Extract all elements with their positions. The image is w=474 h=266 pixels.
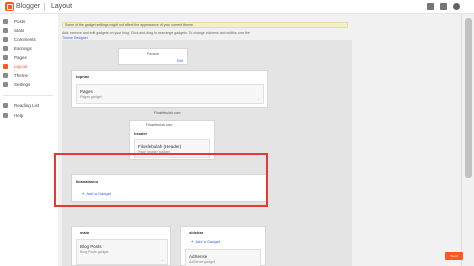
sidebar-item-label: Stats: [14, 28, 25, 33]
stats-icon: [3, 28, 8, 33]
warning-banner: Some of the gadget settings might not af…: [62, 22, 348, 28]
topnav-section: topnav Pages Pages gadget …: [71, 70, 268, 108]
sidebar-item-earnings[interactable]: Earnings: [3, 45, 57, 52]
edit-icon[interactable]: …: [257, 97, 261, 101]
earnings-icon: [3, 46, 8, 51]
sidebar-item-label: Layout: [14, 64, 28, 69]
help-icon: [3, 113, 8, 118]
widget-subtitle: Pages gadget: [80, 95, 102, 99]
section-title: sidebar: [189, 230, 204, 235]
adsense-widget[interactable]: AdSense AdSense gadget: [185, 249, 261, 266]
sidebar-item-reading-list[interactable]: Reading List: [3, 102, 57, 109]
sidebar-column-section: sidebar + Add a Gadget AdSense AdSense ga…: [180, 226, 266, 266]
sidebar-item-theme[interactable]: Theme: [3, 72, 57, 79]
sidebar-divider: [3, 95, 53, 96]
main-content: Some of the gadget settings might not af…: [58, 14, 461, 266]
blogger-logo-icon[interactable]: [5, 2, 14, 11]
sidebar-item-posts[interactable]: Posts: [3, 18, 57, 25]
grid-icon[interactable]: [427, 3, 434, 10]
section-title: topnav: [76, 74, 90, 79]
pages-icon: [3, 55, 8, 60]
add-gadget-label: Add a Gadget: [195, 239, 221, 244]
posts-icon: [3, 19, 8, 24]
sidebar-item-label: Posts: [14, 19, 26, 24]
sidebar-item-pages[interactable]: Pages: [3, 54, 57, 61]
sidebar-item-label: Reading List: [14, 103, 40, 108]
widget-subtitle: Blog Posts gadget: [80, 250, 109, 254]
top-icons: [427, 3, 460, 10]
add-gadget-button[interactable]: + Add a Gadget: [191, 239, 220, 244]
widget-title: Pages: [80, 89, 93, 94]
apps-icon[interactable]: [440, 3, 447, 10]
widget-title: Blog Posts: [80, 244, 102, 249]
sidebar-item-label: Pages: [14, 55, 27, 60]
sidebar-item-layout[interactable]: Layout: [3, 63, 57, 70]
app-name[interactable]: Blogger: [16, 3, 40, 10]
header-outer-label: Filosfebulah.com: [154, 111, 181, 115]
favicon-edit-link[interactable]: Edit: [177, 59, 183, 63]
divider: [44, 3, 45, 11]
sidebar-item-label: Earnings: [14, 46, 32, 51]
layout-icon: [3, 64, 8, 69]
sidebar-item-label: Settings: [14, 82, 31, 87]
section-title: main: [80, 230, 90, 235]
favicon-panel: Favicon Edit: [118, 48, 188, 65]
header-small-label: Filosfebulah.com: [146, 123, 173, 127]
plus-icon: +: [191, 239, 194, 244]
page-title: Layout: [51, 3, 73, 10]
sidebar-item-label: Theme: [14, 73, 29, 78]
sidebar-item-label: Help: [14, 113, 24, 118]
theme-icon: [3, 73, 8, 78]
blog-posts-widget[interactable]: Blog Posts Blog Posts gadget …: [76, 239, 168, 265]
favicon-label: Favicon: [147, 52, 160, 56]
section-title: header: [134, 131, 148, 136]
highlight-box: [54, 153, 268, 207]
intro-text-body: Add, remove and edit gadgets on your blo…: [62, 31, 250, 35]
sidebar-item-settings[interactable]: Settings: [3, 81, 57, 88]
scrollbar[interactable]: [461, 14, 474, 266]
sidebar-item-label: Comments: [14, 37, 36, 42]
sidebar-item-comments[interactable]: Comments: [3, 36, 57, 43]
main-column-section: main Blog Posts Blog Posts gadget …: [71, 226, 171, 266]
widget-title: AdSense: [189, 254, 208, 259]
sidebar-item-stats[interactable]: Stats: [3, 27, 57, 34]
reading-list-icon: [3, 103, 8, 108]
settings-icon: [3, 82, 8, 87]
widget-subtitle: AdSense gadget: [189, 260, 215, 264]
scrollbar-thumb[interactable]: [465, 18, 472, 178]
top-bar: Blogger Layout: [0, 0, 474, 14]
pages-widget[interactable]: Pages Pages gadget …: [76, 84, 264, 104]
send-feedback-button[interactable]: Send feedback: [445, 252, 463, 266]
widget-title: Filosfebulah (Header): [138, 144, 182, 149]
sidebar-item-help[interactable]: Help: [3, 112, 57, 119]
edit-icon[interactable]: …: [161, 258, 165, 262]
sidebar: Posts Stats Comments Earnings Pages Layo…: [0, 14, 58, 266]
comments-icon: [3, 37, 8, 42]
avatar[interactable]: [453, 3, 460, 10]
